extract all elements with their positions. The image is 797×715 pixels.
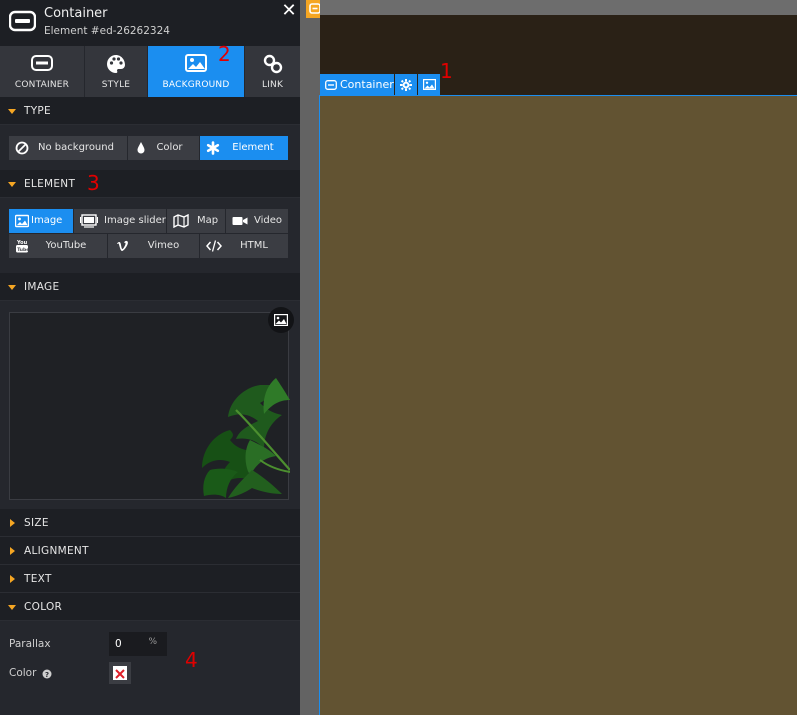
selection-outline-left	[319, 95, 320, 715]
image-icon	[185, 54, 207, 72]
type-element-button[interactable]: Element	[200, 136, 288, 160]
element-id: Element #ed-26262324	[44, 25, 170, 37]
close-icon[interactable]: ✕	[281, 2, 297, 20]
slider-icon	[80, 214, 98, 228]
button-label: No background	[38, 142, 114, 153]
element-vimeo-button[interactable]: Vimeo	[108, 234, 200, 258]
type-color-button[interactable]: Color	[128, 136, 200, 160]
panel-header: Container Element #ed-26262324 ✕	[0, 0, 300, 46]
section-title: ALIGNMENT	[24, 545, 89, 557]
button-label: Element	[232, 142, 274, 153]
caret-right-icon	[10, 575, 15, 583]
choose-image-button[interactable]	[268, 307, 294, 333]
svg-text:?: ?	[45, 671, 49, 679]
close-icon	[115, 669, 125, 679]
section-element[interactable]: ELEMENT	[0, 170, 300, 198]
caret-right-icon	[10, 519, 15, 527]
panel-tabs: CONTAINER STYLE BACKGROUND LINK	[0, 46, 300, 97]
annotation-4: 4	[185, 648, 198, 672]
properties-panel: Container Element #ed-26262324 ✕ CONTAIN…	[0, 0, 300, 715]
button-label: Vimeo	[147, 240, 180, 251]
button-label: Image	[31, 215, 63, 226]
caret-right-icon	[10, 547, 15, 555]
tab-label: CONTAINER	[14, 80, 70, 90]
container-icon	[8, 10, 37, 32]
container-toolbar: Container	[320, 74, 440, 95]
annotation-3: 3	[87, 171, 100, 195]
button-label: Video	[254, 215, 283, 226]
section-image[interactable]: IMAGE	[0, 273, 300, 301]
annotation-2: 2	[218, 42, 231, 66]
button-label: Map	[197, 215, 219, 226]
caret-down-icon	[8, 182, 16, 187]
element-html-button[interactable]: HTML	[200, 234, 288, 258]
palette-icon	[107, 55, 125, 73]
section-type[interactable]: TYPE	[0, 97, 300, 125]
button-label: YouTube	[45, 240, 87, 251]
caret-down-icon	[8, 285, 16, 290]
map-icon	[173, 214, 189, 228]
section-title: COLOR	[24, 601, 63, 613]
section-alignment[interactable]: ALIGNMENT	[0, 537, 300, 565]
video-icon	[232, 217, 248, 225]
button-label: Color	[156, 142, 183, 153]
annotation-1: 1	[440, 59, 453, 83]
tab-link[interactable]: LINK	[245, 46, 300, 97]
editor-root: Container Element #ed-26262324 ✕ CONTAIN…	[0, 0, 797, 715]
type-no-background-button[interactable]: No background	[9, 136, 128, 160]
container-tag[interactable]: Container	[320, 74, 394, 95]
element-image-slider-button[interactable]: Image slider	[74, 209, 167, 233]
selection-outline-top	[320, 95, 797, 96]
section-title: ELEMENT	[24, 178, 76, 190]
container-settings-button[interactable]	[395, 74, 417, 95]
gear-icon	[400, 79, 412, 91]
tab-style[interactable]: STYLE	[85, 46, 148, 97]
tab-label: BACKGROUND	[162, 80, 230, 90]
tab-container[interactable]: CONTAINER	[0, 46, 85, 97]
container-icon	[31, 55, 53, 71]
no-color-swatch	[113, 666, 127, 680]
parallax-input[interactable]: 0 %	[109, 632, 167, 656]
element-map-button[interactable]: Map	[167, 209, 226, 233]
section-color[interactable]: COLOR	[0, 593, 300, 621]
color-swatch[interactable]	[109, 662, 131, 684]
container-tag-label: Container	[340, 78, 394, 91]
panel-title: Container	[44, 6, 108, 21]
button-label: Image slider	[104, 215, 166, 226]
image-icon	[274, 314, 288, 326]
tab-label: STYLE	[101, 80, 131, 90]
section-title: IMAGE	[24, 281, 60, 293]
section-text[interactable]: TEXT	[0, 565, 300, 593]
element-video-button[interactable]: Video	[226, 209, 288, 233]
canvas-gutter	[300, 0, 324, 715]
parallax-value: 0	[115, 638, 122, 650]
canvas-top-strip	[320, 0, 797, 15]
section-title: TYPE	[24, 105, 51, 117]
image-icon	[15, 214, 29, 228]
container-icon	[325, 80, 337, 90]
color-label: Color	[9, 667, 37, 679]
element-image-button[interactable]: Image	[9, 209, 74, 233]
button-label: HTML	[240, 240, 268, 251]
parallax-unit: %	[148, 637, 157, 647]
image-icon	[422, 79, 436, 90]
section-size[interactable]: SIZE	[0, 509, 300, 537]
plant-leaves-image	[202, 378, 290, 498]
element-youtube-button[interactable]: You Tube YouTube	[9, 234, 108, 258]
section-title: TEXT	[24, 573, 52, 585]
container-element[interactable]	[320, 95, 797, 715]
container-background-button[interactable]	[418, 74, 440, 95]
background-image-preview[interactable]	[9, 312, 290, 500]
tab-label: LINK	[261, 80, 284, 90]
caret-down-icon	[8, 605, 16, 610]
section-title: SIZE	[24, 517, 49, 529]
help-icon[interactable]: ?	[42, 669, 52, 679]
parallax-label: Parallax	[9, 638, 51, 650]
caret-down-icon	[8, 109, 16, 114]
link-icon	[263, 54, 282, 74]
